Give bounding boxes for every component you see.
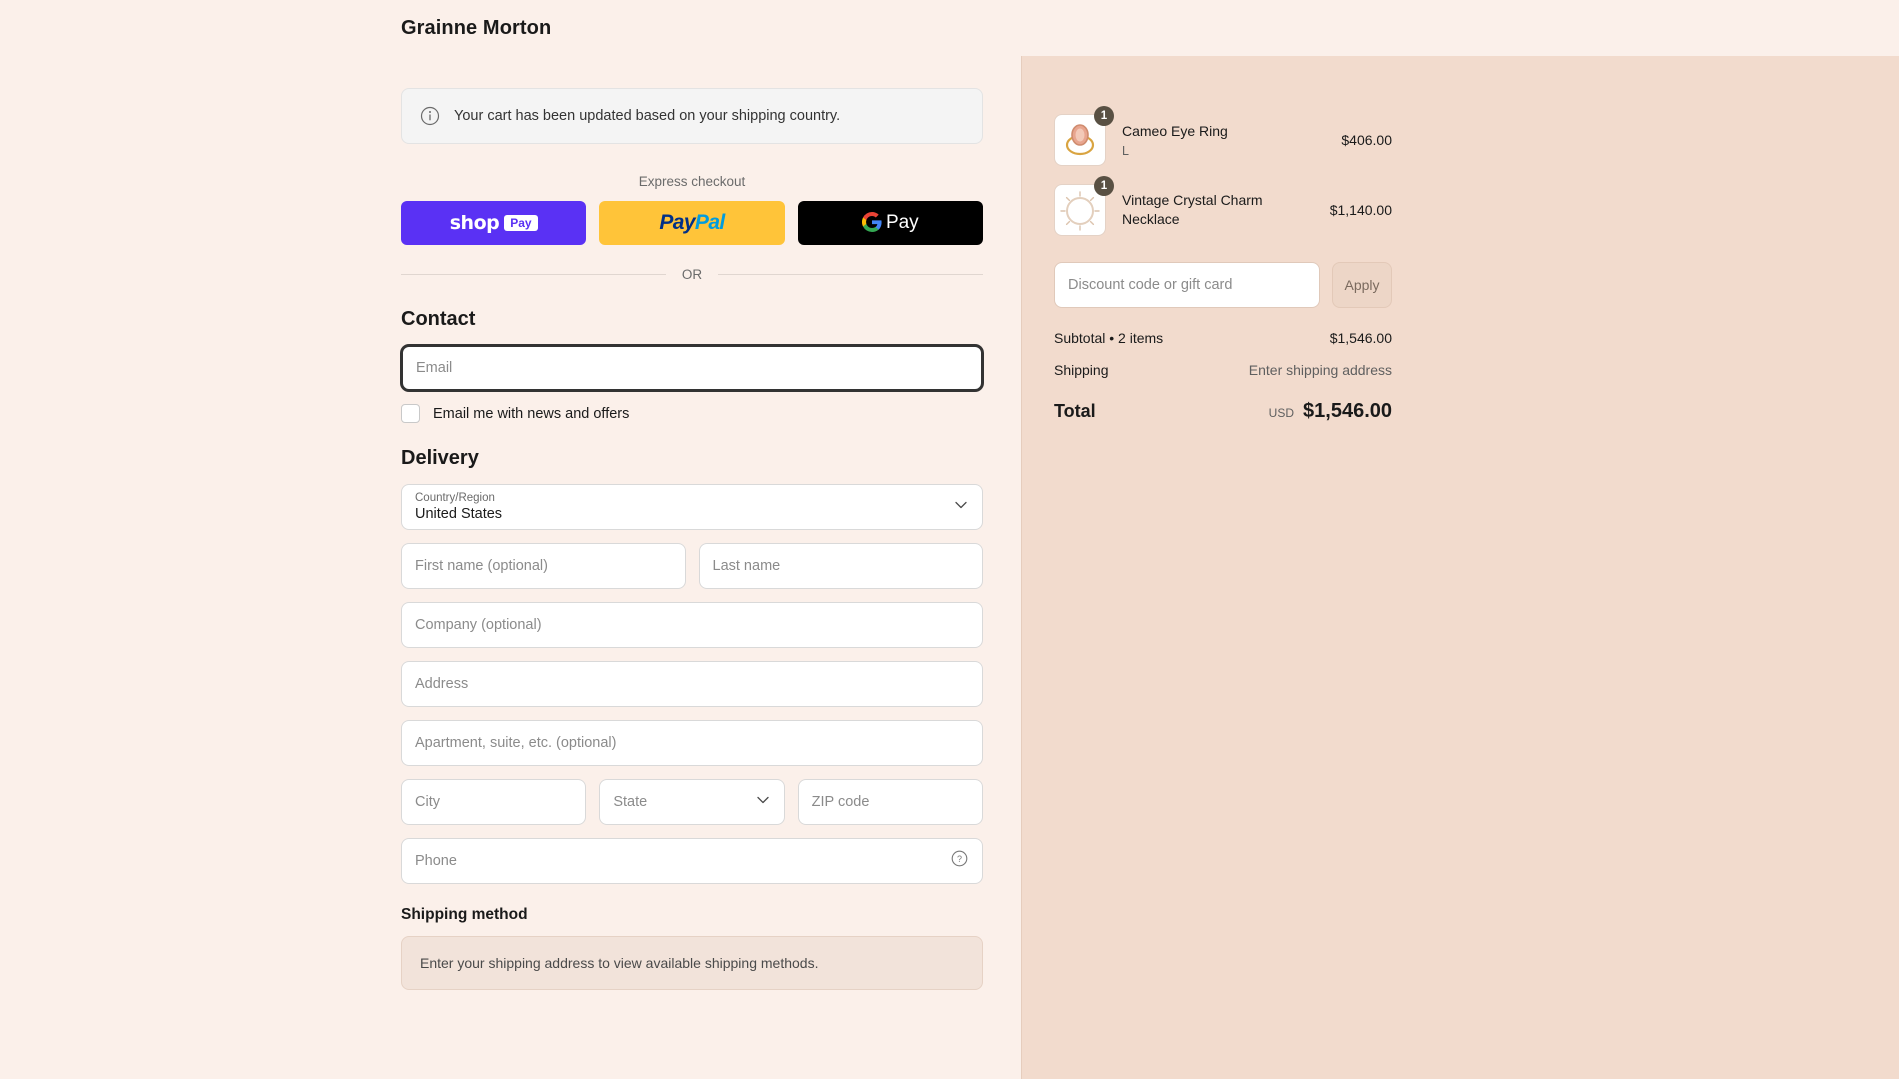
subtotal-value: $1,546.00 <box>1329 330 1392 346</box>
zip-code-placeholder: ZIP code <box>811 794 870 810</box>
google-pay-button[interactable]: Pay <box>797 201 983 245</box>
list-item: 1 Cameo Eye Ring L $406.00 <box>1054 106 1392 166</box>
shop-pay-pill: Pay <box>504 215 538 231</box>
page-body: Your cart has been updated based on your… <box>0 56 1899 1079</box>
checkout-form-column: Your cart has been updated based on your… <box>0 56 1021 1079</box>
address-field[interactable]: Address <box>401 661 983 707</box>
help-circle-icon[interactable]: ? <box>951 850 968 872</box>
shipping-method-notice: Enter your shipping address to view avai… <box>401 936 983 990</box>
google-pay-word: Pay <box>885 212 919 233</box>
thumbnail-wrapper: 1 <box>1054 106 1114 166</box>
grand-total-right: USD $1,546.00 <box>1269 400 1392 423</box>
phone-placeholder: Phone <box>415 853 457 869</box>
paypal-pay-word: Pay <box>659 211 695 234</box>
paypal-button[interactable]: PayPal <box>599 201 785 245</box>
google-g-icon <box>861 211 882 235</box>
company-placeholder: Company (optional) <box>415 617 542 633</box>
shipping-label: Shipping <box>1054 362 1109 378</box>
shipping-row: Shipping Enter shipping address <box>1054 362 1392 378</box>
newsletter-checkbox[interactable] <box>401 404 420 423</box>
phone-field[interactable]: Phone ? <box>401 838 983 884</box>
item-variant: L <box>1122 143 1129 158</box>
contact-section-title: Contact <box>401 308 476 330</box>
discount-code-placeholder: Discount code or gift card <box>1068 277 1233 293</box>
apartment-field[interactable]: Apartment, suite, etc. (optional) <box>401 720 983 766</box>
city-state-zip-row: City State ZIP code <box>401 779 983 838</box>
city-placeholder: City <box>415 794 440 810</box>
item-info: Cameo Eye Ring L <box>1122 122 1329 158</box>
apply-discount-button[interactable]: Apply <box>1332 262 1392 308</box>
first-name-field[interactable]: First name (optional) <box>401 543 686 589</box>
express-checkout-label: Express checkout <box>638 174 746 189</box>
shop-pay-logo: shop Pay <box>450 212 538 234</box>
zip-code-field[interactable]: ZIP code <box>797 779 983 825</box>
country-region-select[interactable]: Country/Region United States <box>401 484 983 530</box>
discount-row: Discount code or gift card Apply <box>1054 262 1392 308</box>
state-select[interactable]: State <box>599 779 785 825</box>
cart-updated-banner: Your cart has been updated based on your… <box>401 88 983 144</box>
quantity-badge: 1 <box>1094 176 1114 196</box>
banner-text: Your cart has been updated based on your… <box>454 108 841 124</box>
page-header: Grainne Morton <box>0 0 1899 56</box>
grand-total-row: Total USD $1,546.00 <box>1054 400 1392 423</box>
svg-text:?: ? <box>957 854 962 864</box>
subtotal-row: Subtotal • 2 items $1,546.00 <box>1054 330 1392 346</box>
item-title: Cameo Eye Ring <box>1122 123 1228 140</box>
state-placeholder: State <box>613 794 648 810</box>
address-placeholder: Address <box>415 676 469 692</box>
grand-total-currency: USD <box>1268 406 1295 420</box>
city-field[interactable]: City <box>401 779 587 825</box>
discount-code-input[interactable]: Discount code or gift card <box>1054 262 1320 308</box>
store-name: Grainne Morton <box>401 16 552 39</box>
list-item: 1 Vintage Crystal Charm Necklace $1,140.… <box>1054 176 1392 236</box>
apartment-placeholder: Apartment, suite, etc. (optional) <box>415 735 617 751</box>
item-title: Vintage Crystal Charm Necklace <box>1122 192 1263 227</box>
chevron-down-icon <box>954 498 968 517</box>
order-summary-column: 1 Cameo Eye Ring L $406.00 1 Vintage Cry… <box>1021 56 1899 1079</box>
info-circle-icon <box>420 106 440 126</box>
order-summary: 1 Cameo Eye Ring L $406.00 1 Vintage Cry… <box>1022 56 1452 423</box>
shipping-method-title: Shipping method <box>401 906 528 923</box>
name-row: First name (optional) Last name <box>401 543 983 602</box>
item-price: $1,140.00 <box>1329 202 1392 218</box>
divider-line-left <box>401 274 666 275</box>
divider-line-right <box>718 274 983 275</box>
or-divider: OR <box>401 267 983 282</box>
divider-text: OR <box>681 267 703 282</box>
google-pay-logo: Pay <box>861 211 919 235</box>
last-name-placeholder: Last name <box>712 558 781 574</box>
express-wallet-buttons: shop Pay PayPal Pay <box>401 201 983 245</box>
email-field[interactable]: Email <box>401 345 983 391</box>
first-name-placeholder: First name (optional) <box>415 558 548 574</box>
chevron-down-icon <box>756 793 770 812</box>
shop-pay-button[interactable]: shop Pay <box>401 201 587 245</box>
item-info: Vintage Crystal Charm Necklace <box>1122 191 1318 229</box>
shop-pay-word: shop <box>449 212 500 234</box>
email-placeholder: Email <box>416 360 453 376</box>
newsletter-checkbox-row[interactable]: Email me with news and offers <box>401 404 983 423</box>
country-region-label: Country/Region <box>415 492 495 505</box>
newsletter-label: Email me with news and offers <box>433 405 630 422</box>
grand-total-label: Total <box>1054 401 1096 421</box>
delivery-section-title: Delivery <box>401 447 479 469</box>
item-price: $406.00 <box>1341 132 1392 148</box>
subtotal-label: Subtotal • 2 items <box>1054 330 1164 346</box>
thumbnail-wrapper: 1 <box>1054 176 1114 236</box>
paypal-logo: PayPal <box>659 211 725 235</box>
checkout-page: Grainne Morton Your cart has been update… <box>0 0 1899 1079</box>
grand-total-amount: $1,546.00 <box>1303 400 1392 422</box>
last-name-field[interactable]: Last name <box>698 543 983 589</box>
paypal-pal-word: Pal <box>694 211 725 234</box>
country-region-value: United States <box>415 505 503 522</box>
quantity-badge: 1 <box>1094 106 1114 126</box>
shipping-value: Enter shipping address <box>1248 362 1392 378</box>
company-field[interactable]: Company (optional) <box>401 602 983 648</box>
